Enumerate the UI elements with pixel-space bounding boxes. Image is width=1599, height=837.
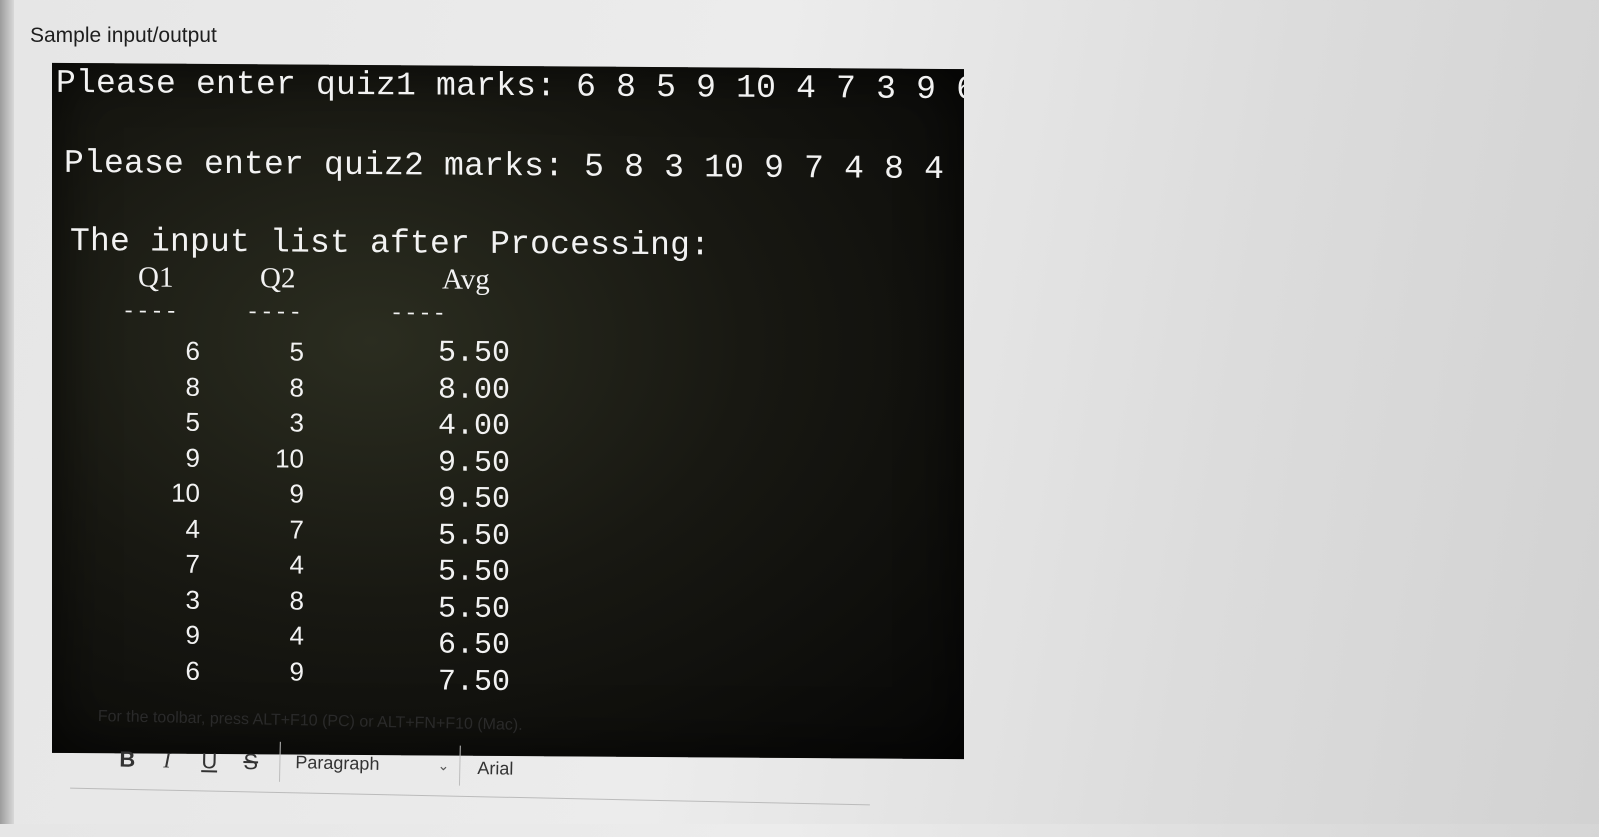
column-header-q1: Q1	[138, 261, 174, 294]
strikethrough-button[interactable]: S	[243, 749, 258, 775]
screen-bezel	[0, 0, 14, 824]
q1-value: 7	[185, 548, 200, 579]
q2-value: 7	[289, 513, 304, 545]
block-format-select[interactable]: Paragraph ⌄	[295, 752, 455, 776]
avg-value: 5.50	[437, 555, 510, 591]
font-family-select[interactable]: Arial	[477, 758, 513, 780]
terminal-output-image: Please enter quiz1 marks: 6 8 5 9 10 4 7…	[52, 62, 964, 760]
q2-value: 3	[289, 407, 304, 438]
section-title: Sample input/output	[30, 24, 217, 47]
q1-value: 9	[185, 442, 200, 473]
q1-value: 6	[185, 335, 200, 366]
q1-value: 9	[185, 619, 200, 650]
avg-value: 7.50	[437, 665, 510, 700]
column-header-avg: Avg	[442, 263, 490, 296]
chevron-down-icon: ⌄	[437, 757, 450, 774]
q2-value: 8	[289, 584, 304, 616]
toolbar-divider	[278, 741, 281, 782]
avg-value: 4.00	[437, 409, 510, 445]
quiz2-prompt: Please enter quiz2 marks: 5 8 3 10 9 7 4…	[64, 144, 964, 189]
q1-value: 3	[185, 584, 200, 615]
avg-value: 5.50	[437, 336, 510, 372]
quiz1-prompt: Please enter quiz1 marks: 6 8 5 9 10 4 7…	[56, 64, 964, 109]
column-header-q2: Q2	[260, 262, 296, 295]
q2-column: 5 8 3 10 9 7 4 8 4 9	[248, 334, 304, 689]
q1-value: 8	[185, 371, 200, 402]
q2-value: 10	[275, 442, 304, 474]
q2-value: 4	[289, 549, 304, 580]
column-divider-avg: ----	[390, 301, 447, 327]
q2-value: 5	[289, 336, 304, 367]
avg-value: 8.00	[437, 373, 510, 408]
column-divider-q1: ----	[122, 299, 179, 325]
toolbar-divider	[458, 745, 461, 786]
q2-value: 9	[289, 655, 304, 687]
q2-value: 8	[289, 371, 304, 403]
q2-value: 4	[289, 620, 304, 651]
avg-value: 5.50	[437, 519, 510, 554]
q1-value: 6	[185, 655, 200, 686]
avg-value: 9.50	[437, 446, 510, 481]
q2-value: 9	[289, 478, 304, 509]
q1-value: 5	[185, 406, 200, 437]
avg-value: 9.50	[437, 482, 510, 518]
column-divider-q2: ----	[246, 300, 303, 326]
q1-value: 10	[171, 477, 200, 508]
q1-column: 6 8 5 9 10 4 7 3 9 6	[152, 334, 200, 689]
avg-value: 6.50	[437, 628, 510, 664]
avg-value: 5.50	[437, 592, 510, 627]
underline-button[interactable]: U	[201, 748, 217, 774]
italic-button[interactable]: I	[163, 747, 171, 773]
result-heading: The input list after Processing:	[70, 222, 711, 265]
avg-column: 5.50 8.00 4.00 9.50 9.50 5.50 5.50 5.50 …	[410, 335, 510, 701]
font-family-value: Arial	[477, 757, 514, 779]
bold-button[interactable]: B	[119, 746, 135, 772]
q1-value: 4	[185, 513, 200, 544]
block-format-value: Paragraph	[295, 752, 380, 774]
editor-toolbar: B I U S Paragraph ⌄ Arial	[96, 732, 698, 837]
